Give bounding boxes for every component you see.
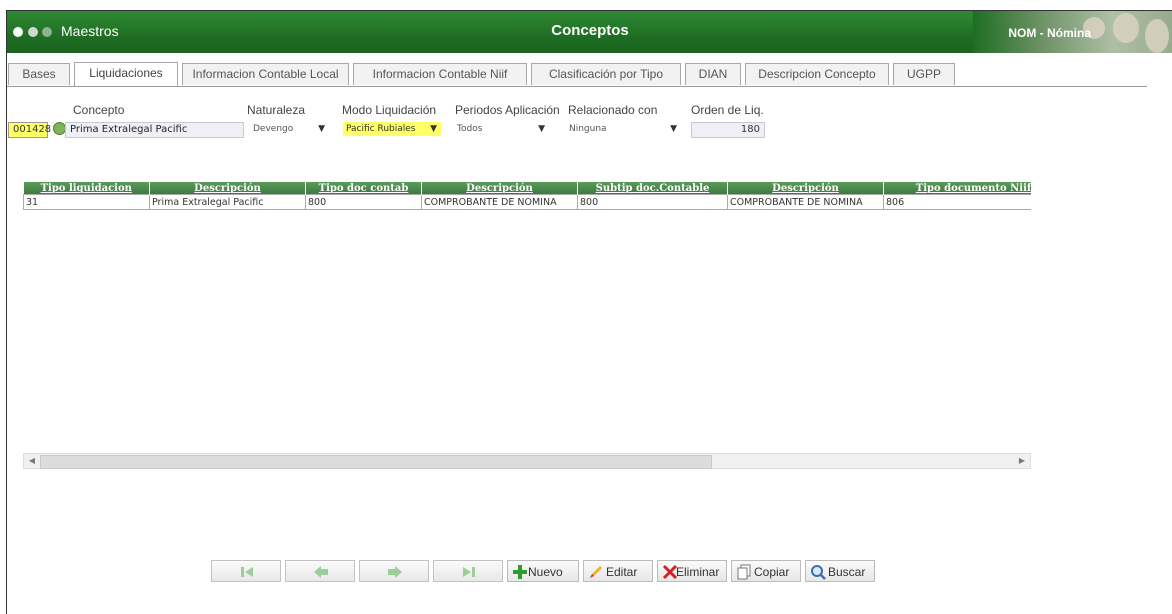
scroll-right-icon[interactable]: ▶ xyxy=(1015,454,1029,468)
periodos-aplicacion-select[interactable]: Todos ▼ xyxy=(457,122,549,136)
naturaleza-select[interactable]: Devengo ▼ xyxy=(253,122,329,136)
scroll-left-icon[interactable]: ◀ xyxy=(25,454,39,468)
table-cell[interactable]: Prima Extralegal Pacific xyxy=(149,194,306,210)
column-header-descripcion[interactable]: Descripción xyxy=(149,182,306,195)
relacionado-con-value: Ninguna xyxy=(569,124,607,134)
title-bar: Maestros Conceptos NOM - Nómina xyxy=(7,11,1172,53)
next-record-button[interactable] xyxy=(359,560,429,582)
modo-liquidacion-value: Pacific Rubiales xyxy=(346,124,416,134)
concepto-name-field[interactable]: Prima Extralegal Pacific xyxy=(65,122,244,138)
table-cell[interactable]: COMPROBANTE DE NOMINA xyxy=(421,194,578,210)
tab-informacion-contable-niif[interactable]: Informacion Contable Niif xyxy=(353,63,527,85)
modo-liquidacion-label: Modo Liquidación xyxy=(342,103,437,117)
chevron-down-icon: ▼ xyxy=(670,124,677,134)
liquidaciones-table: Tipo liquidacion Descripción Tipo doc co… xyxy=(23,182,1031,210)
table-cell[interactable]: 31 xyxy=(23,194,150,210)
module-label: NOM - Nómina xyxy=(1008,26,1091,40)
periodos-aplicacion-value: Todos xyxy=(457,124,483,134)
buscar-label: Buscar xyxy=(828,565,866,579)
orden-liq-field[interactable]: 180 xyxy=(691,122,765,138)
scrollbar-thumb[interactable] xyxy=(40,455,712,469)
copy-icon xyxy=(737,564,751,580)
horizontal-scrollbar[interactable]: ◀ ▶ xyxy=(23,453,1031,469)
relacionado-con-label: Relacionado con xyxy=(568,103,658,117)
eliminar-button[interactable]: Eliminar xyxy=(657,560,727,582)
chevron-down-icon: ▼ xyxy=(318,124,325,134)
liquidaciones-grid: Tipo liquidacion Descripción Tipo doc co… xyxy=(23,182,1031,450)
copiar-label: Copiar xyxy=(754,565,790,579)
table-cell[interactable]: 800 xyxy=(305,194,422,210)
chevron-down-icon: ▼ xyxy=(538,124,545,134)
nuevo-button[interactable]: Nuevo xyxy=(507,560,579,582)
column-header-tipo-documento-niif[interactable]: Tipo documento Niif xyxy=(883,182,1031,195)
search-icon xyxy=(811,565,826,580)
chevron-down-icon: ▼ xyxy=(430,124,437,134)
relacionado-con-select[interactable]: Ninguna ▼ xyxy=(569,122,681,136)
periodos-aplicacion-label: Periodos Aplicación xyxy=(455,103,560,117)
eliminar-label: Eliminar xyxy=(676,565,720,579)
concepto-code-field[interactable]: 001428 xyxy=(8,122,51,138)
arrow-left-icon xyxy=(314,566,328,578)
last-record-icon xyxy=(463,567,475,577)
column-header-tipo-liquidacion[interactable]: Tipo liquidacion xyxy=(23,182,150,195)
last-record-button[interactable] xyxy=(433,560,503,582)
editar-button[interactable]: Editar xyxy=(583,560,653,582)
main-window: Maestros Conceptos NOM - Nómina Bases Li… xyxy=(6,10,1172,614)
modo-liquidacion-select[interactable]: Pacific Rubiales ▼ xyxy=(343,122,441,136)
table-cell[interactable]: COMPROBANTE DE NOMINA xyxy=(727,194,884,210)
first-record-button[interactable] xyxy=(211,560,281,582)
tab-informacion-contable-local[interactable]: Informacion Contable Local xyxy=(182,63,349,85)
editar-label: Editar xyxy=(606,565,638,579)
column-header-descripcion[interactable]: Descripción xyxy=(421,182,578,195)
naturaleza-label: Naturaleza xyxy=(247,103,306,117)
table-header-row: Tipo liquidacion Descripción Tipo doc co… xyxy=(23,182,1031,195)
tab-clasificacion-por-tipo[interactable]: Clasificación por Tipo xyxy=(531,63,681,85)
nuevo-label: Nuevo xyxy=(528,565,563,579)
tab-bar: Bases Liquidaciones Informacion Contable… xyxy=(7,62,1147,87)
table-cell[interactable]: 800 xyxy=(577,194,728,210)
tab-bases[interactable]: Bases xyxy=(8,63,70,85)
orden-liq-label: Orden de Liq. xyxy=(691,103,764,117)
table-row[interactable]: 31 Prima Extralegal Pacific 800 COMPROBA… xyxy=(23,194,1031,210)
naturaleza-value: Devengo xyxy=(253,124,294,134)
tab-liquidaciones[interactable]: Liquidaciones xyxy=(74,62,178,86)
arrow-right-icon xyxy=(388,566,402,578)
tab-ugpp[interactable]: UGPP xyxy=(893,63,955,85)
tab-dian[interactable]: DIAN xyxy=(685,63,741,85)
column-header-subtip-doc-contable[interactable]: Subtip doc.Contable xyxy=(577,182,728,195)
column-header-descripcion[interactable]: Descripción xyxy=(727,182,884,195)
pencil-icon xyxy=(590,566,602,578)
concepto-label: Concepto xyxy=(73,103,125,117)
plus-icon xyxy=(513,565,527,579)
column-header-tipo-doc-contab[interactable]: Tipo doc contab xyxy=(305,182,422,195)
first-record-icon xyxy=(241,567,253,577)
buscar-button[interactable]: Buscar xyxy=(805,560,875,582)
previous-record-button[interactable] xyxy=(285,560,355,582)
tab-descripcion-concepto[interactable]: Descripcion Concepto xyxy=(745,63,889,85)
table-cell[interactable]: 806 xyxy=(883,194,1031,210)
copiar-button[interactable]: Copiar xyxy=(731,560,801,582)
